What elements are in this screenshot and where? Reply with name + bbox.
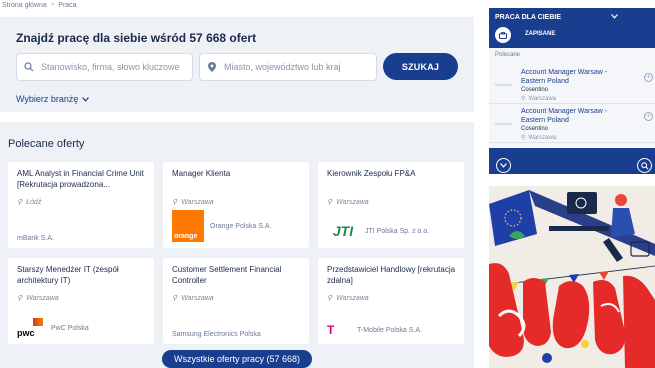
search-button[interactable]: SZUKAJ xyxy=(383,53,458,80)
offer-card[interactable]: Starszy Menedżer IT (zespół architektury… xyxy=(8,258,154,344)
item-location-text: Warszawa xyxy=(528,95,557,102)
jobs-for-you-panel: PRACA DLA CIEBIE ZAPISANE Polecane Cosen… xyxy=(489,8,655,174)
keyword-placeholder: Stanowisko, firma, słowo kluczowe xyxy=(41,62,180,72)
item-location-text: Warszawa xyxy=(528,134,557,141)
offer-location: ⚲ Warszawa xyxy=(172,294,214,303)
industry-label: Wybierz branżę xyxy=(16,94,79,104)
offer-location-text: Warszawa xyxy=(336,294,369,302)
add-icon[interactable]: + xyxy=(644,112,653,121)
offer-title[interactable]: Kierownik Zespołu FP&A xyxy=(327,168,457,179)
offer-location-text: Warszawa xyxy=(26,294,59,302)
offer-location-text: Warszawa xyxy=(181,198,214,206)
location-pin-icon: ⚲ xyxy=(172,199,178,206)
all-offers-button[interactable]: Wszystkie oferty pracy (57 668) xyxy=(162,350,312,368)
tab-saved[interactable]: ZAPISANE xyxy=(525,31,555,37)
location-pin-icon xyxy=(200,62,224,72)
list-item[interactable]: Cosentino Account Manager Warsaw - Easte… xyxy=(489,105,655,143)
panel-list: Polecane Cosentino Account Manager Warsa… xyxy=(489,48,655,148)
location-pin-icon: ⚲ xyxy=(17,295,23,302)
section-label: Polecane xyxy=(495,52,521,58)
panel-title: PRACA DLA CIEBIE xyxy=(495,14,561,21)
list-item[interactable]: Cosentino Account Manager Warsaw - Easte… xyxy=(489,66,655,104)
company-logo-placeholder: Cosentino xyxy=(494,121,513,126)
offer-location: ⚲ Warszawa xyxy=(327,294,369,303)
offer-card[interactable]: Manager Klienta ⚲ Warszawa orange Orange … xyxy=(163,162,309,248)
offer-location: ⚲ Warszawa xyxy=(327,198,369,207)
offer-title[interactable]: Manager Klienta xyxy=(172,168,302,179)
breadcrumb: Strona główna > Praca xyxy=(0,0,77,10)
company-name: Orange Polska S.A. xyxy=(210,222,272,230)
item-location: ⚲ Warszawa xyxy=(521,134,557,142)
offer-company: mBank S.A. xyxy=(17,235,54,242)
panel-header: PRACA DLA CIEBIE xyxy=(495,14,618,21)
offer-company: Samsung Electronics Polska xyxy=(172,331,261,338)
offer-company: orange Orange Polska S.A. xyxy=(172,210,271,242)
tmobile-logo: T xyxy=(327,323,335,337)
offer-card[interactable]: Przedstawiciel Handlowy [rekrutacja zdal… xyxy=(318,258,464,344)
offer-location-text: Łódź xyxy=(26,198,42,206)
search-title: Znajdź pracę dla siebie wśród 57 668 ofe… xyxy=(16,31,257,45)
add-icon[interactable]: + xyxy=(644,73,653,82)
chevron-down-icon[interactable] xyxy=(611,14,618,21)
offer-title[interactable]: Przedstawiciel Handlowy [rekrutacja zdal… xyxy=(327,264,457,286)
advertisement-banner[interactable] xyxy=(489,186,655,368)
search-icon xyxy=(17,62,41,72)
offer-card[interactable]: Customer Settlement Financial Controller… xyxy=(163,258,309,344)
offer-company: JTI JTI Polska Sp. z o.o. xyxy=(327,220,429,242)
location-pin-icon: ⚲ xyxy=(172,295,178,302)
pwc-logo: pwc xyxy=(17,318,45,338)
offer-card[interactable]: AML Analyst in Financial Crime Unit [Rek… xyxy=(8,162,154,248)
chevron-right-icon: > xyxy=(50,2,55,8)
offer-title[interactable]: Starszy Menedżer IT (zespół architektury… xyxy=(17,264,147,286)
company-name: PwC Polska xyxy=(51,324,89,332)
company-name: mBank S.A. xyxy=(17,235,54,242)
offer-title[interactable]: AML Analyst in Financial Crime Unit [Rek… xyxy=(17,168,147,190)
item-location: ⚲ Warszawa xyxy=(521,95,557,103)
company-name: JTI Polska Sp. z o.o. xyxy=(365,227,430,235)
panel-search-button[interactable] xyxy=(637,158,652,173)
company-logo-placeholder: Cosentino xyxy=(494,82,513,87)
offer-company: T T-Mobile Polska S.A. xyxy=(327,322,422,338)
location-pin-icon: ⚲ xyxy=(521,96,526,102)
offer-location: ⚲ Warszawa xyxy=(17,294,59,303)
location-pin-icon: ⚲ xyxy=(327,199,333,206)
briefcase-icon[interactable] xyxy=(495,27,511,43)
offer-card[interactable]: Kierownik Zespołu FP&A ⚲ Warszawa JTI JTI… xyxy=(318,162,464,248)
recommended-offers: Polecane oferty AML Analyst in Financial… xyxy=(0,122,474,368)
offer-location-text: Warszawa xyxy=(336,198,369,206)
location-placeholder: Miasto, województwo lub kraj xyxy=(224,62,341,72)
offer-company: pwc PwC Polska xyxy=(17,318,89,338)
offer-location: ⚲ Łódź xyxy=(17,198,42,207)
section-title: Polecane oferty xyxy=(8,138,85,150)
location-pin-icon: ⚲ xyxy=(327,295,333,302)
search-panel: Znajdź pracę dla siebie wśród 57 668 ofe… xyxy=(0,17,474,112)
breadcrumb-home[interactable]: Strona główna xyxy=(2,2,47,9)
location-pin-icon: ⚲ xyxy=(17,199,23,206)
offer-location-text: Warszawa xyxy=(181,294,214,302)
orange-logo: orange xyxy=(172,210,204,242)
offer-title[interactable]: Customer Settlement Financial Controller xyxy=(172,264,302,286)
company-name: Samsung Electronics Polska xyxy=(172,331,261,338)
location-pin-icon: ⚲ xyxy=(521,135,526,141)
location-input[interactable]: Miasto, województwo lub kraj xyxy=(199,53,377,81)
expand-button[interactable] xyxy=(496,158,511,173)
item-company: Cosentino xyxy=(521,126,549,132)
item-title[interactable]: Account Manager Warsaw - Eastern Poland xyxy=(521,107,631,125)
industry-select[interactable]: Wybierz branżę xyxy=(16,94,90,104)
chevron-down-icon xyxy=(82,94,90,104)
offer-location: ⚲ Warszawa xyxy=(172,198,214,207)
jti-logo: JTI xyxy=(332,223,354,239)
company-name: T-Mobile Polska S.A. xyxy=(357,326,422,334)
keyword-input[interactable]: Stanowisko, firma, słowo kluczowe xyxy=(16,53,193,81)
breadcrumb-current: Praca xyxy=(58,1,77,9)
item-title[interactable]: Account Manager Warsaw - Eastern Poland xyxy=(521,68,631,86)
ad-illustration xyxy=(489,186,655,368)
item-company: Cosentino xyxy=(521,87,549,93)
